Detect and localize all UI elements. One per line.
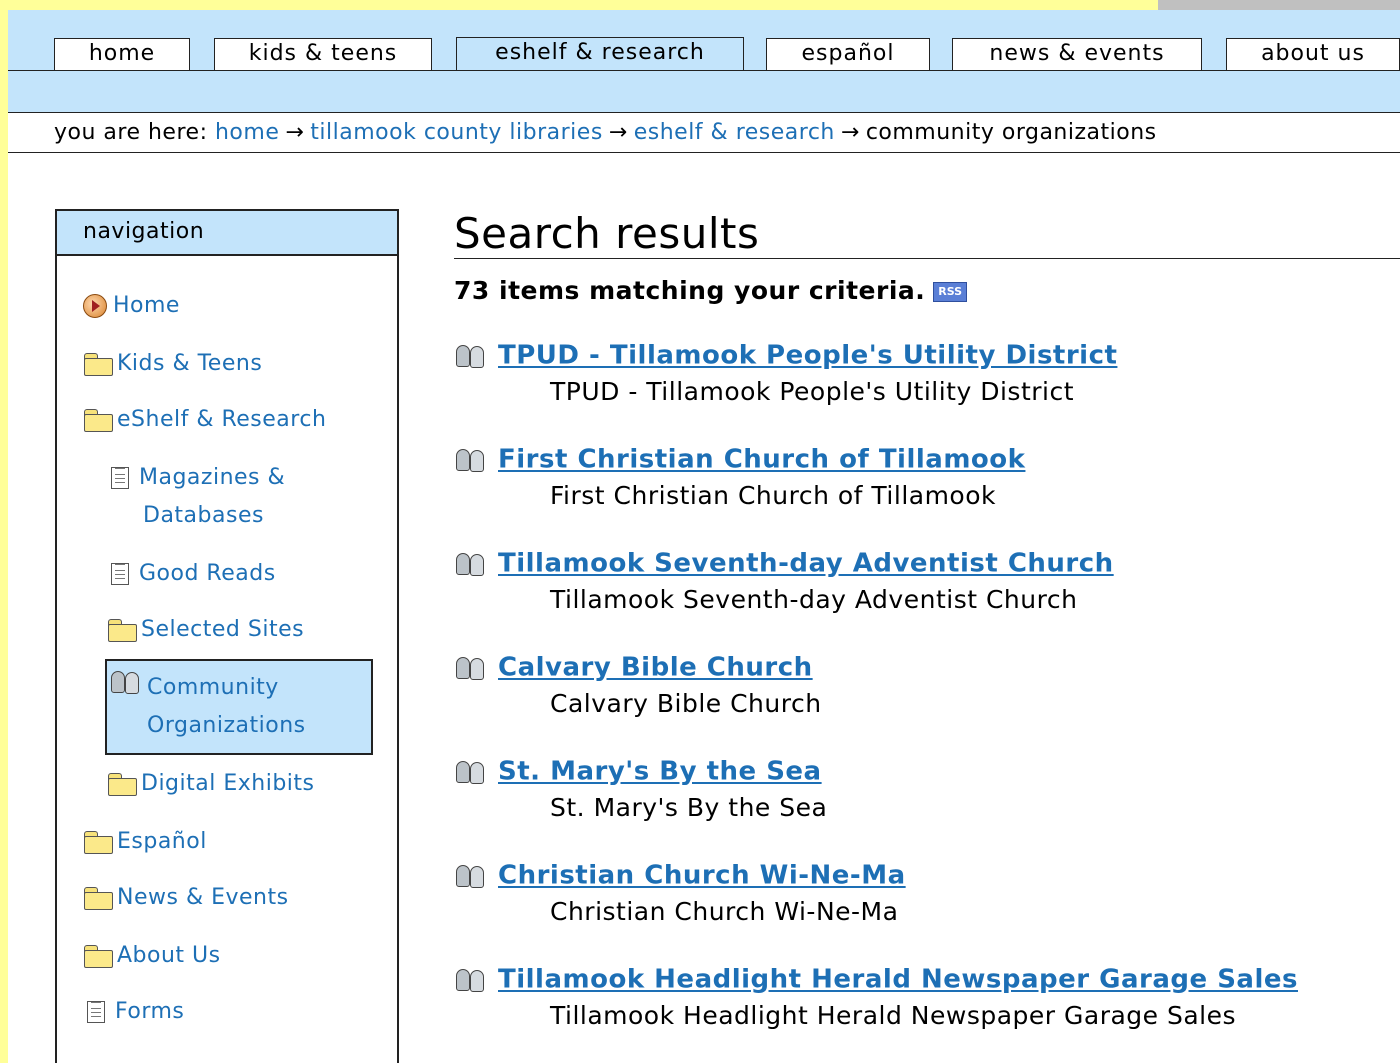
rss-icon[interactable]: RSS — [933, 282, 968, 302]
people-icon — [109, 669, 143, 695]
people-icon — [454, 551, 488, 577]
navigation-portlet: navigation Home Kids & Teens eShelf & Re… — [55, 209, 399, 1063]
nav-item-selected-sites[interactable]: Selected Sites — [107, 611, 304, 649]
nav-item-eshelf-research[interactable]: eShelf & Research — [83, 401, 326, 439]
people-icon — [454, 967, 488, 993]
folder-icon — [83, 409, 113, 432]
breadcrumb-link-tillamook-county-libraries[interactable]: tillamook county libraries — [310, 120, 602, 145]
people-icon — [454, 759, 488, 785]
folder-icon — [107, 619, 137, 642]
result-link[interactable]: First Christian Church of Tillamook — [498, 445, 1025, 475]
tab-eshelf-research[interactable]: eshelf & research — [456, 37, 744, 71]
nav-item-good-reads[interactable]: Good Reads — [107, 555, 276, 593]
result-item: Calvary Bible Church Calvary Bible Churc… — [454, 652, 1400, 718]
result-item: St. Mary's By the Sea St. Mary's By the … — [454, 756, 1400, 822]
breadcrumb-prefix: you are here: — [54, 120, 208, 145]
result-item: Christian Church Wi-Ne-Ma Christian Chur… — [454, 860, 1400, 926]
document-icon — [111, 563, 129, 585]
document-icon — [87, 1001, 105, 1023]
people-icon — [454, 447, 488, 473]
breadcrumb-separator: → — [285, 120, 305, 145]
tab-kids-teens[interactable]: kids & teens — [214, 38, 432, 70]
breadcrumb-current: community organizations — [865, 120, 1157, 145]
result-item: Tillamook Seventh-day Adventist Church T… — [454, 548, 1400, 614]
breadcrumb-link-eshelf-research[interactable]: eshelf & research — [634, 120, 835, 145]
breadcrumb-link-home[interactable]: home — [215, 120, 279, 145]
nav-item-espanol[interactable]: Español — [83, 823, 207, 861]
tab-espanol[interactable]: español — [766, 38, 930, 70]
nav-item-magazines-databases[interactable]: Magazines & Databases — [107, 459, 285, 535]
breadcrumb: you are here: home → tillamook county libr… — [8, 112, 1400, 153]
nav-item-news-events[interactable]: News & Events — [83, 879, 289, 917]
result-description: Tillamook Seventh-day Adventist Church — [550, 584, 1078, 614]
result-item: Tillamook Headlight Herald Newspaper Gar… — [454, 964, 1400, 1030]
result-description: First Christian Church of Tillamook — [550, 480, 997, 510]
result-link[interactable]: TPUD - Tillamook People's Utility Distri… — [498, 341, 1117, 371]
nav-item-community-organizations[interactable]: Community Organizations — [105, 659, 373, 755]
page-title: Search results — [454, 210, 1400, 259]
folder-icon — [107, 773, 137, 796]
results-count: 73 items matching your criteria. RSS — [454, 276, 968, 305]
header-band: home kids & teens eshelf & research espa… — [8, 0, 1400, 112]
tab-news-events[interactable]: news & events — [952, 38, 1202, 70]
page: home kids & teens eshelf & research espa… — [8, 0, 1400, 1063]
nav-item-kids-teens[interactable]: Kids & Teens — [83, 345, 262, 383]
result-description: Christian Church Wi-Ne-Ma — [550, 896, 899, 926]
result-link[interactable]: Tillamook Seventh-day Adventist Church — [498, 549, 1114, 579]
folder-icon — [83, 831, 113, 854]
nav-item-digital-exhibits[interactable]: Digital Exhibits — [107, 765, 314, 803]
result-link[interactable]: Christian Church Wi-Ne-Ma — [498, 861, 906, 891]
result-link[interactable]: St. Mary's By the Sea — [498, 757, 822, 787]
nav-item-forms[interactable]: Forms — [83, 993, 184, 1031]
result-link[interactable]: Calvary Bible Church — [498, 653, 813, 683]
tab-about-us[interactable]: about us — [1226, 38, 1400, 70]
tab-home[interactable]: home — [54, 38, 190, 70]
result-description: Calvary Bible Church — [550, 688, 822, 718]
result-item: First Christian Church of Tillamook Firs… — [454, 444, 1400, 510]
nav-item-about-us[interactable]: About Us — [83, 937, 221, 975]
folder-icon — [83, 887, 113, 910]
result-link[interactable]: Tillamook Headlight Herald Newspaper Gar… — [498, 965, 1298, 995]
document-icon — [111, 467, 129, 489]
breadcrumb-separator: → — [840, 120, 860, 145]
result-description: TPUD - Tillamook People's Utility Distri… — [550, 376, 1075, 406]
people-icon — [454, 863, 488, 889]
breadcrumb-separator: → — [608, 120, 628, 145]
result-description: St. Mary's By the Sea — [550, 792, 828, 822]
people-icon — [454, 343, 488, 369]
result-item: TPUD - Tillamook People's Utility Distri… — [454, 340, 1400, 406]
folder-icon — [83, 945, 113, 968]
nav-item-home[interactable]: Home — [83, 287, 180, 325]
home-icon — [83, 294, 107, 318]
people-icon — [454, 655, 488, 681]
navigation-header: navigation — [57, 211, 397, 256]
result-description: Tillamook Headlight Herald Newspaper Gar… — [550, 1000, 1237, 1030]
folder-icon — [83, 353, 113, 376]
